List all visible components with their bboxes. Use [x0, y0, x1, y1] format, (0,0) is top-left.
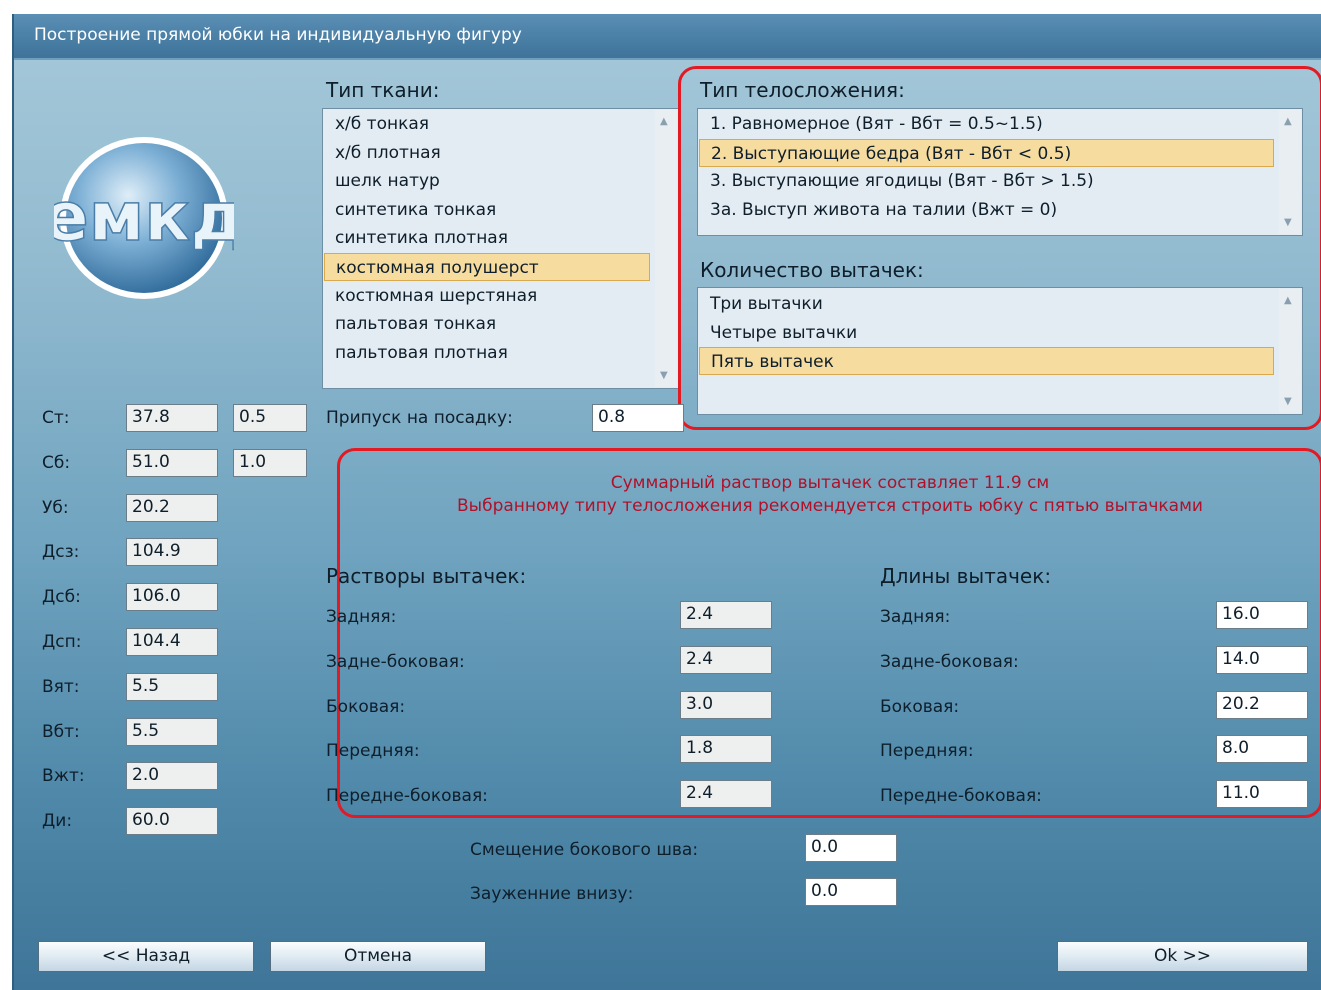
fabric-header: Тип ткани:: [326, 78, 440, 102]
list-item[interactable]: костюмная полушерст: [324, 253, 650, 281]
measurement-label: Дсз:: [42, 542, 80, 563]
dart-widths-input[interactable]: 2.4: [680, 780, 772, 809]
emkd-logo: емкд: [54, 137, 234, 299]
dialog-window: Построение прямой юбки на индивидуальную…: [12, 14, 1321, 990]
scroll-up-icon[interactable]: ▲: [1284, 295, 1292, 306]
dart-widths-label: Передняя:: [326, 741, 420, 762]
measurement-value[interactable]: 60.0: [126, 807, 218, 836]
hem-narrowing-label: Зауженние внизу:: [470, 884, 634, 904]
fit-allowance-label: Припуск на посадку:: [326, 408, 513, 428]
dart-lengths-header: Длины вытачек:: [880, 564, 1052, 588]
dart-widths-label: Боковая:: [326, 696, 406, 717]
list-item[interactable]: синтетика плотная: [324, 224, 650, 252]
dart-widths-header: Растворы вытачек:: [326, 564, 527, 588]
measurement-label: Вжт:: [42, 766, 85, 787]
measurement-value[interactable]: 5.5: [126, 717, 218, 746]
measurement-value[interactable]: 51.0: [126, 448, 218, 477]
dart-count-listbox[interactable]: ▲ ▼ Три вытачки Четыре вытачки Пять вытачек: [697, 287, 1303, 415]
dart-widths-input[interactable]: 2.4: [680, 601, 772, 629]
dart-lengths-label: Передняя:: [880, 741, 974, 762]
list-item[interactable]: х/б тонкая: [324, 110, 650, 138]
measurement-label: Дсб:: [42, 587, 81, 608]
list-item[interactable]: пальтовая тонкая: [324, 310, 650, 338]
hem-narrowing-input[interactable]: 0.0: [805, 878, 897, 906]
dart-widths-label: Задняя:: [326, 607, 397, 627]
dart-count-scrollbar[interactable]: ▲ ▼: [1279, 289, 1301, 413]
fabric-listbox[interactable]: ▲ ▼ х/б тонкая х/б плотная шелк натур синтет…: [322, 108, 679, 389]
measurement-allowance[interactable]: 1.0: [233, 448, 307, 477]
measurement-allowance[interactable]: 0.5: [233, 404, 307, 432]
measurement-value[interactable]: 2.0: [126, 762, 218, 791]
dart-lengths-input[interactable]: 11.0: [1216, 780, 1308, 809]
list-item[interactable]: х/б плотная: [324, 139, 650, 167]
summary-line-2: Выбранному типу телосложения рекомендует…: [457, 496, 1203, 516]
list-item[interactable]: 3а. Выступ живота на талии (Вжт = 0): [699, 196, 1274, 224]
scroll-up-icon[interactable]: ▲: [660, 116, 668, 127]
summary-line-1: Суммарный раствор вытачек составляет 11.…: [610, 473, 1050, 493]
dart-lengths-input[interactable]: 8.0: [1216, 735, 1308, 764]
dart-count-header: Количество вытачек:: [700, 258, 924, 282]
dart-lengths-label: Задне-боковая:: [880, 651, 1019, 672]
measurement-label: Сб:: [42, 452, 71, 473]
measurement-label: Уб:: [42, 497, 69, 518]
scroll-down-icon[interactable]: ▼: [660, 370, 668, 381]
dart-lengths-input[interactable]: 16.0: [1216, 601, 1308, 629]
measurement-label: Ст:: [42, 408, 70, 428]
list-item[interactable]: 1. Равномерное (Вят - Вбт = 0.5~1.5): [699, 110, 1274, 138]
title-bar: Построение прямой юбки на индивидуальную…: [14, 14, 1321, 60]
body-type-scrollbar[interactable]: ▲ ▼: [1279, 110, 1301, 234]
body-type-listbox[interactable]: ▲ ▼ 1. Равномерное (Вят - Вбт = 0.5~1.5) 2…: [697, 108, 1303, 236]
measurement-value[interactable]: 104.9: [126, 538, 218, 567]
measurement-value[interactable]: 5.5: [126, 672, 218, 701]
dart-lengths-input[interactable]: 20.2: [1216, 690, 1308, 719]
list-item[interactable]: пальтовая плотная: [324, 339, 650, 367]
dart-widths-input[interactable]: 2.4: [680, 645, 772, 674]
list-item[interactable]: костюмная шерстяная: [324, 282, 650, 310]
dart-lengths-label: Боковая:: [880, 696, 960, 717]
measurement-label: Дсп:: [42, 632, 82, 652]
dart-lengths-label: Задняя:: [880, 607, 951, 627]
measurement-value[interactable]: 104.4: [126, 628, 218, 656]
list-item[interactable]: синтетика тонкая: [324, 196, 650, 224]
measurement-value[interactable]: 37.8: [126, 404, 218, 432]
logo-text: емкд: [54, 178, 234, 257]
window-title: Построение прямой юбки на индивидуальную…: [34, 25, 522, 45]
measurement-label: Вбт:: [42, 721, 80, 742]
scroll-down-icon[interactable]: ▼: [1284, 217, 1292, 228]
measurement-label: Вят:: [42, 676, 80, 697]
fabric-scrollbar[interactable]: ▲ ▼: [655, 110, 677, 387]
measurement-value[interactable]: 20.2: [126, 493, 218, 522]
list-item[interactable]: 3. Выступающие ягодицы (Вят - Вбт > 1.5): [699, 167, 1274, 195]
list-item[interactable]: Четыре вытачки: [699, 319, 1274, 347]
fit-allowance-input[interactable]: 0.8: [592, 404, 684, 432]
ok-button[interactable]: Ok >>: [1057, 941, 1308, 972]
dart-widths-input[interactable]: 1.8: [680, 735, 772, 764]
dart-widths-label: Задне-боковая:: [326, 651, 465, 672]
dart-widths-input[interactable]: 3.0: [680, 690, 772, 719]
list-item[interactable]: Пять вытачек: [699, 347, 1274, 376]
list-item[interactable]: 2. Выступающие бедра (Вят - Вбт < 0.5): [699, 138, 1274, 167]
side-seam-input[interactable]: 0.0: [805, 834, 897, 862]
scroll-down-icon[interactable]: ▼: [1284, 396, 1292, 407]
list-item[interactable]: шелк натур: [324, 167, 650, 195]
dart-lengths-input[interactable]: 14.0: [1216, 645, 1308, 674]
highlight-box-darts: Суммарный раствор вытачек составляет 11.…: [337, 448, 1321, 818]
dart-widths-label: Передне-боковая:: [326, 786, 488, 807]
side-seam-label: Смещение бокового шва:: [470, 840, 699, 860]
body-type-header: Тип телосложения:: [700, 78, 905, 102]
measurement-value[interactable]: 106.0: [126, 583, 218, 612]
list-item[interactable]: Три вытачки: [699, 290, 1274, 318]
cancel-button[interactable]: Отмена: [270, 941, 486, 972]
scroll-up-icon[interactable]: ▲: [1284, 116, 1292, 127]
dart-lengths-label: Передне-боковая:: [880, 786, 1042, 807]
back-button[interactable]: << Назад: [38, 941, 254, 972]
measurement-label: Ди:: [42, 811, 73, 832]
